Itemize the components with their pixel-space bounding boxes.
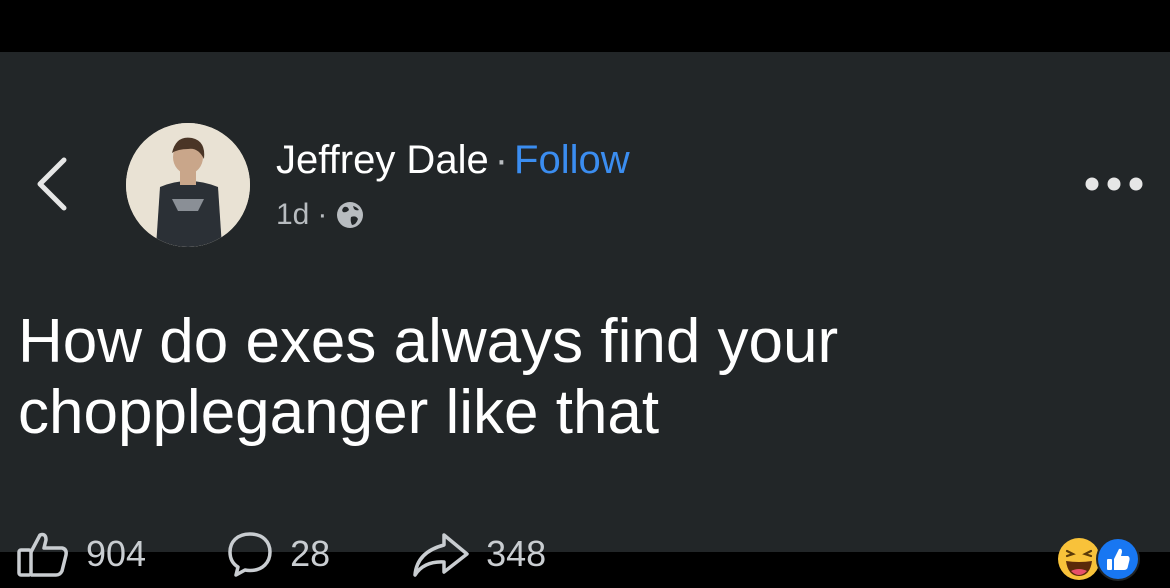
back-chevron-icon[interactable]: [30, 152, 74, 216]
share-count: 348: [486, 533, 547, 574]
follow-link[interactable]: Follow: [514, 138, 630, 182]
avatar-photo: [126, 123, 250, 247]
comment-icon: [228, 532, 272, 577]
action-bar: 904 28 348: [16, 530, 546, 578]
post-time[interactable]: 1d: [276, 198, 309, 232]
like-emoji-icon: [1096, 537, 1140, 581]
more-options-icon[interactable]: [1084, 174, 1144, 194]
like-button[interactable]: 904: [16, 530, 146, 578]
post-card: Jeffrey Dale · Follow 1d · How do exes alw…: [0, 52, 1170, 581]
comment-count: 28: [290, 533, 331, 574]
avatar[interactable]: [126, 123, 250, 247]
share-icon: [413, 533, 469, 577]
globe-icon: [337, 202, 364, 228]
author-separator: ·: [494, 138, 509, 182]
laughing-emoji-icon: [1058, 538, 1100, 580]
author-name[interactable]: Jeffrey Dale: [276, 138, 489, 182]
meta-separator: ·: [317, 198, 328, 231]
share-button[interactable]: 348: [410, 530, 546, 578]
author-line: Jeffrey Dale · Follow: [276, 138, 630, 183]
like-count: 904: [86, 533, 147, 574]
reaction-icons[interactable]: [1054, 534, 1144, 584]
post-text: How do exes always find your chopplegang…: [18, 307, 839, 448]
like-icon: [17, 532, 68, 577]
post-meta: 1d ·: [276, 198, 365, 232]
comment-button[interactable]: 28: [226, 530, 330, 578]
